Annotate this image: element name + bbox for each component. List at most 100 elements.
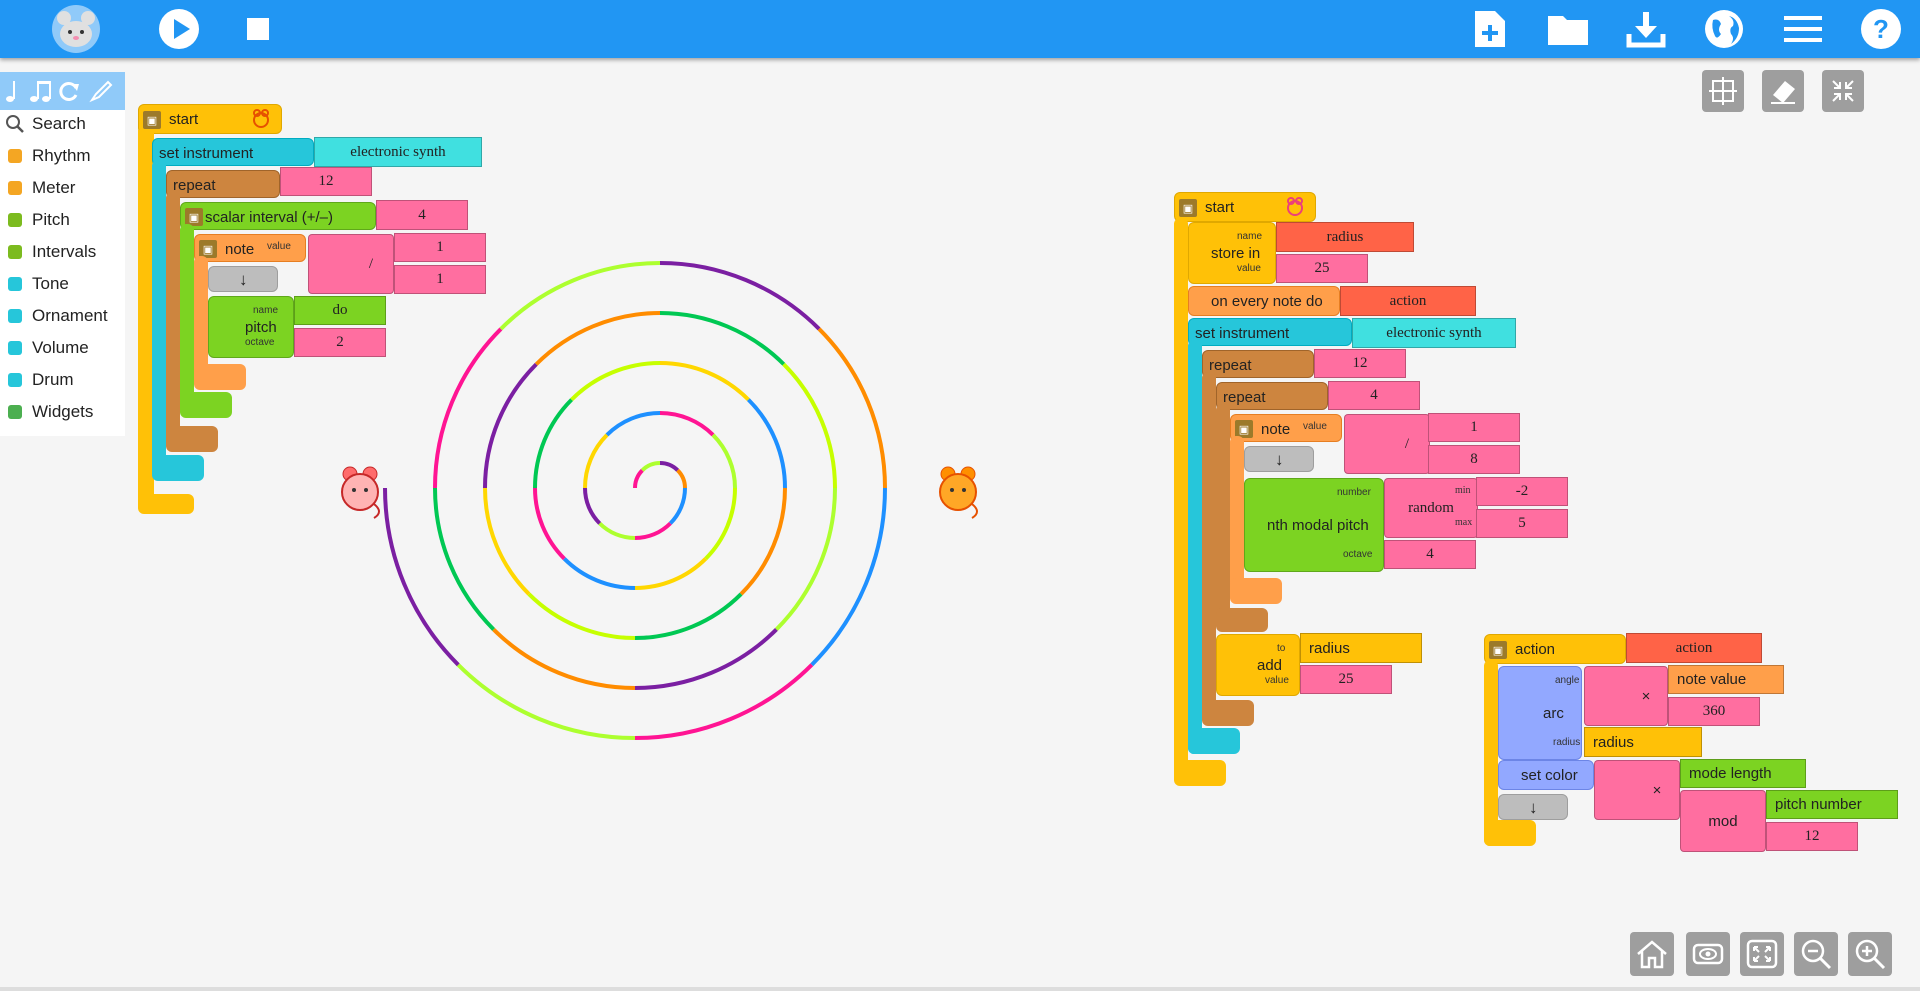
zoom-out-icon[interactable] (1794, 932, 1838, 976)
hidden-block[interactable]: ↓ (208, 266, 278, 292)
palette-item-rhythm[interactable]: Rhythm (0, 142, 125, 170)
top-toolbar: ? (0, 0, 1920, 58)
store-name-value[interactable]: radius (1276, 222, 1414, 252)
divide-block[interactable]: / (308, 234, 394, 294)
hidden-block[interactable]: ↓ (1498, 794, 1568, 820)
repeat-inner-count[interactable]: 4 (1328, 381, 1420, 410)
multiply-block[interactable]: × (1594, 760, 1680, 820)
spiral-segment (533, 487, 566, 561)
radius-variable[interactable]: radius (1584, 727, 1702, 757)
pitch-name-value[interactable]: do (294, 296, 386, 325)
mouse-logo-icon[interactable] (48, 4, 104, 54)
set-instrument-block[interactable]: set instrument (1188, 318, 1352, 346)
repeat-count[interactable]: 12 (1314, 349, 1406, 378)
palette-item-widgets[interactable]: Widgets (0, 398, 125, 426)
instrument-value[interactable]: electronic synth (1352, 318, 1516, 348)
nth-modal-pitch-block[interactable]: nth modal pitch number octave (1244, 478, 1384, 572)
store-value[interactable]: 25 (1276, 254, 1368, 283)
on-every-note-block[interactable]: on every note do (1188, 286, 1340, 316)
set-color-label: set color (1521, 767, 1578, 784)
collapse-icon[interactable]: ▣ (143, 111, 161, 129)
repeat-block-inner[interactable]: repeat (1216, 382, 1328, 410)
spiral-segment (634, 663, 814, 740)
action-block[interactable]: ▣ action (1484, 634, 1626, 664)
block-palette: Search Rhythm Meter Pitch Intervals Tone Ornam… (0, 110, 125, 436)
degrees-value[interactable]: 360 (1668, 697, 1760, 726)
on-every-note-action[interactable]: action (1340, 286, 1476, 316)
angle-label: angle (1555, 675, 1580, 686)
start-block[interactable]: ▣ start (138, 104, 282, 134)
expand-icon[interactable] (1740, 932, 1784, 976)
repeat-block[interactable]: repeat (1202, 350, 1314, 378)
divide-block[interactable]: / (1344, 414, 1430, 474)
note-block[interactable]: ▣ note value (194, 234, 306, 262)
denominator-value[interactable]: 8 (1428, 445, 1520, 474)
mode-length-arg[interactable]: mode length (1680, 759, 1806, 788)
show-hide-blocks-icon[interactable] (1686, 932, 1730, 976)
multiply-operator: × (1652, 781, 1662, 799)
random-max-value[interactable]: 5 (1476, 509, 1568, 538)
spiral-segment (570, 361, 661, 402)
open-folder-icon[interactable] (1545, 7, 1591, 51)
denominator-value[interactable]: 1 (394, 265, 486, 294)
random-min-value[interactable]: -2 (1476, 477, 1568, 506)
play-icon[interactable] (156, 7, 202, 51)
notes-icon[interactable] (28, 78, 54, 104)
multiply-block[interactable]: × (1584, 666, 1668, 726)
palette-item-pitch[interactable]: Pitch (0, 206, 125, 234)
note-block[interactable]: ▣ note value (1230, 414, 1342, 442)
download-icon[interactable] (1623, 7, 1669, 51)
spiral-segment (605, 411, 661, 437)
repeat-block[interactable]: repeat (166, 170, 280, 198)
add-block[interactable]: add to value (1216, 634, 1300, 696)
mod-block[interactable]: mod (1680, 790, 1766, 852)
palette-item-drum[interactable]: Drum (0, 366, 125, 394)
hidden-block[interactable]: ↓ (1244, 446, 1314, 472)
scalar-interval-block[interactable]: ▣ scalar interval (+/–) (180, 202, 376, 230)
add-to-variable[interactable]: radius (1300, 633, 1422, 663)
turtle-mouse-red[interactable] (336, 464, 386, 520)
interval-value[interactable]: 4 (376, 200, 468, 230)
palette-item-ornament[interactable]: Ornament (0, 302, 125, 330)
palette-item-intervals[interactable]: Intervals (0, 238, 125, 266)
palette-item-search[interactable]: Search (0, 110, 125, 138)
pitch-number-arg[interactable]: pitch number (1766, 790, 1898, 819)
stop-icon[interactable] (235, 7, 281, 51)
note-value-arg[interactable]: note value (1668, 665, 1784, 694)
set-color-block[interactable]: set color (1498, 760, 1594, 790)
repeat-foot (166, 426, 218, 452)
palette-item-meter[interactable]: Meter (0, 174, 125, 202)
random-block[interactable]: random min max (1384, 478, 1478, 538)
modulus-value[interactable]: 12 (1766, 822, 1858, 851)
add-value[interactable]: 25 (1300, 665, 1392, 694)
store-in-block[interactable]: store in name value (1188, 222, 1276, 284)
palette-item-tone[interactable]: Tone (0, 270, 125, 298)
help-icon[interactable]: ? (1858, 7, 1904, 51)
numerator-value[interactable]: 1 (394, 233, 486, 262)
palette-item-volume[interactable]: Volume (0, 334, 125, 362)
pitch-block[interactable]: pitch name octave (208, 296, 294, 358)
language-globe-icon[interactable] (1701, 7, 1747, 51)
set-instrument-block[interactable]: set instrument (152, 138, 314, 166)
repeat-count[interactable]: 12 (280, 167, 372, 196)
notes-icon[interactable] (2, 78, 28, 104)
spiral-segment (634, 521, 672, 540)
home-icon[interactable] (1630, 932, 1674, 976)
tone-icon (4, 273, 26, 295)
action-name-value[interactable]: action (1626, 633, 1762, 663)
zoom-in-icon[interactable] (1848, 932, 1892, 976)
menu-icon[interactable] (1780, 7, 1826, 51)
repeat-label: repeat (1223, 389, 1266, 406)
collapse-icon[interactable]: ▣ (1489, 641, 1507, 659)
pen-icon[interactable] (88, 78, 114, 104)
start-block[interactable]: ▣ start (1174, 192, 1316, 222)
octave-value[interactable]: 4 (1384, 540, 1476, 569)
instrument-value[interactable]: electronic synth (314, 137, 482, 167)
new-project-icon[interactable] (1467, 7, 1513, 51)
octave-value[interactable]: 2 (294, 328, 386, 357)
numerator-value[interactable]: 1 (1428, 413, 1520, 442)
turtle-mouse-orange[interactable] (934, 464, 984, 520)
refresh-icon[interactable] (56, 78, 82, 104)
arc-block[interactable]: arc angle radius (1498, 666, 1582, 760)
collapse-icon[interactable]: ▣ (1179, 199, 1197, 217)
